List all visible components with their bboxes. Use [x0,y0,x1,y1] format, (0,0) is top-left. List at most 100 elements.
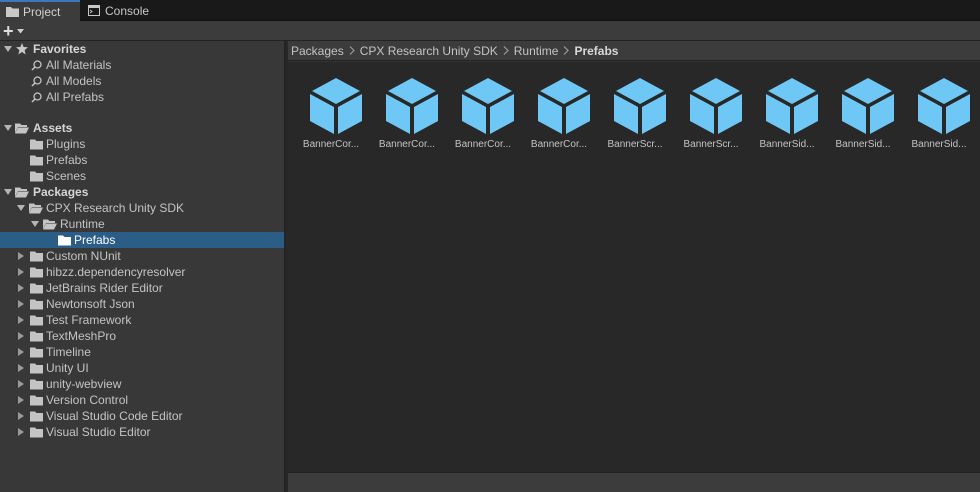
tree-item-plugins[interactable]: Plugins [0,136,284,152]
tree-item-textmeshpro[interactable]: TextMeshPro [0,328,284,344]
tree-item-timeline[interactable]: Timeline [0,344,284,360]
tab-console[interactable]: Console [82,0,162,21]
folder-icon [29,314,43,326]
asset-browser: Packages CPX Research Unity SDK Runtime … [288,41,980,492]
folder-icon [29,170,43,182]
collapse-arrow-icon[interactable] [16,299,26,309]
folder-icon [29,394,43,406]
toolbar: + [0,21,980,41]
collapse-arrow-icon[interactable] [16,411,26,421]
asset-item[interactable]: BannerCor... [368,76,442,156]
tree-item-label: Unity UI [46,361,89,375]
tab-project-label: Project [23,4,61,19]
tree-favorites-label: Favorites [33,42,87,56]
chevron-right-icon [503,46,509,55]
tree-item-vs-editor[interactable]: Visual Studio Editor [0,424,284,440]
tree-item-hibzz[interactable]: hibzz.dependencyresolver [0,264,284,280]
collapse-arrow-icon[interactable] [16,347,26,357]
tree-item-vscode-editor[interactable]: Visual Studio Code Editor [0,408,284,424]
tree-item-test-framework[interactable]: Test Framework [0,312,284,328]
tab-bar: Project Console [0,0,980,21]
tree-item-all-models[interactable]: All Models [0,73,284,89]
asset-item[interactable]: BannerSid... [900,76,974,156]
breadcrumb-packages[interactable]: Packages [291,44,344,58]
tree-item-cpx-sdk[interactable]: CPX Research Unity SDK [0,200,284,216]
tree-item-jetbrains[interactable]: JetBrains Rider Editor [0,280,284,296]
collapse-arrow-icon[interactable] [16,315,26,325]
expand-arrow-icon[interactable] [3,44,13,54]
breadcrumb-prefabs[interactable]: Prefabs [574,44,618,58]
prefab-cube-icon [614,78,666,134]
folder-icon [29,378,43,390]
tree-item-label: hibzz.dependencyresolver [46,265,186,279]
asset-item[interactable]: BannerSid... [824,76,898,156]
tab-console-label: Console [105,3,150,18]
folder-icon [29,250,43,262]
collapse-arrow-icon[interactable] [16,251,26,261]
tree-favorites[interactable]: Favorites [0,41,284,57]
tree-item-all-materials[interactable]: All Materials [0,57,284,73]
collapse-arrow-icon[interactable] [16,267,26,277]
project-tree: Favorites All Materials All Models All P… [0,41,286,492]
asset-item[interactable]: BannerScr... [596,76,670,156]
tree-item-unity-ui[interactable]: Unity UI [0,360,284,376]
tree-item-label: TextMeshPro [46,329,117,343]
asset-name: BannerSid... [911,139,967,150]
prefab-cube-icon [310,78,362,134]
tree-assets[interactable]: Assets [0,120,284,136]
expand-arrow-icon[interactable] [3,123,13,133]
asset-item[interactable]: BannerCor... [292,76,366,156]
tree-item-runtime[interactable]: Runtime [0,216,284,232]
tree-item-label: Prefabs [74,233,116,247]
asset-item[interactable]: BannerSid... [748,76,822,156]
prefab-cube-icon [918,78,970,134]
tree-item-label: CPX Research Unity SDK [46,201,185,215]
prefab-cube-icon [842,78,894,134]
collapse-arrow-icon[interactable] [16,379,26,389]
tree-item-all-prefabs[interactable]: All Prefabs [0,89,284,105]
tree-item-prefabs[interactable]: Prefabs [0,152,284,168]
asset-item[interactable]: BannerCor... [520,76,594,156]
tree-packages[interactable]: Packages [0,184,284,200]
collapse-arrow-icon[interactable] [16,283,26,293]
expand-arrow-icon[interactable] [30,219,40,229]
search-icon [29,91,43,103]
collapse-arrow-icon[interactable] [16,363,26,373]
tab-project[interactable]: Project [0,0,80,21]
collapse-arrow-icon[interactable] [16,395,26,405]
tree-item-label: Runtime [60,217,105,231]
tree-item-label: Version Control [46,393,129,407]
breadcrumb: Packages CPX Research Unity SDK Runtime … [288,41,980,61]
chevron-down-icon [16,28,24,34]
tree-item-label: Newtonsoft Json [46,297,135,311]
star-icon [15,43,29,55]
tree-item-label: Visual Studio Code Editor [46,409,183,423]
expand-arrow-icon[interactable] [16,203,26,213]
console-icon [87,5,101,17]
tree-item-newtonsoft[interactable]: Newtonsoft Json [0,296,284,312]
asset-item[interactable]: BannerCor... [444,76,518,156]
tree-item-unity-webview[interactable]: unity-webview [0,376,284,392]
folder-icon [29,282,43,294]
tree-item-label: JetBrains Rider Editor [46,281,163,295]
tree-item-version-control[interactable]: Version Control [0,392,284,408]
add-button[interactable]: + [3,22,31,40]
tree-item-scenes[interactable]: Scenes [0,168,284,184]
asset-item[interactable]: BannerScr... [672,76,746,156]
tree-item-prefabs-selected[interactable]: Prefabs [0,232,284,248]
folder-open-icon [29,202,43,214]
folder-open-icon [15,122,29,134]
asset-name: BannerScr... [683,139,739,150]
breadcrumb-cpx-sdk[interactable]: CPX Research Unity SDK [360,44,498,58]
collapse-arrow-icon[interactable] [16,331,26,341]
folder-icon [29,330,43,342]
folder-icon [29,346,43,358]
tree-item-custom-nunit[interactable]: Custom NUnit [0,248,284,264]
prefab-cube-icon [766,78,818,134]
folder-icon [57,234,71,246]
expand-arrow-icon[interactable] [3,187,13,197]
breadcrumb-runtime[interactable]: Runtime [514,44,559,58]
prefab-cube-icon [462,78,514,134]
collapse-arrow-icon[interactable] [16,427,26,437]
tree-item-label: unity-webview [46,377,122,391]
